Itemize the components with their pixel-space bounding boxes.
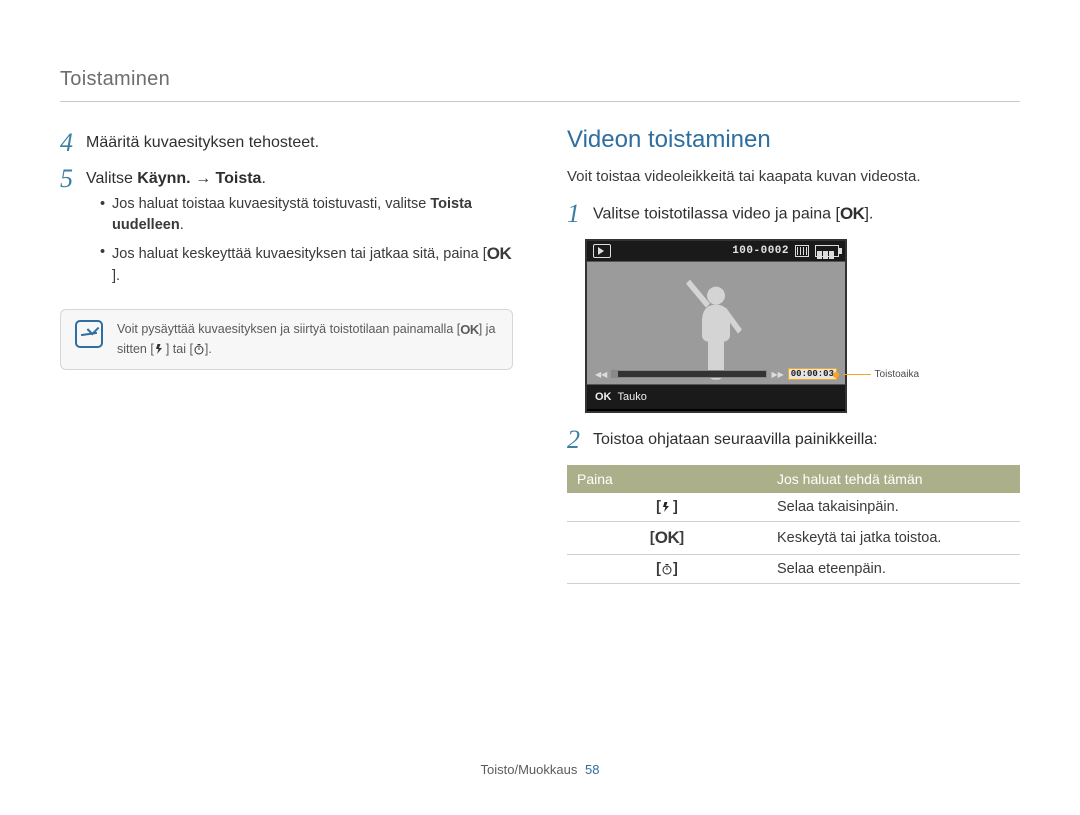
note-box: Voit pysäyttää kuvaesityksen ja siirtyä …: [60, 309, 513, 369]
forward-icon: ▶▶: [771, 370, 783, 379]
text-bold: Toista: [216, 170, 262, 187]
progress-track: [611, 370, 767, 378]
step-number: 1: [567, 201, 593, 227]
callout-dot-icon: [833, 372, 839, 378]
flash-icon: [661, 501, 673, 513]
text: ].: [864, 206, 873, 223]
lcd-top-right: 100-0002: [732, 245, 839, 257]
timer-icon: [661, 563, 673, 575]
text: Jos haluat keskeyttää kuvaesityksen tai …: [112, 246, 487, 262]
action-cell: Selaa eteenpäin.: [767, 555, 1020, 584]
ok-icon: OK: [487, 242, 512, 267]
action-cell: Selaa takaisinpäin.: [767, 493, 1020, 522]
progress-fill: [612, 371, 618, 377]
list-item: Jos haluat toistaa kuvaesitystä toistuva…: [100, 194, 513, 236]
text: .: [180, 217, 184, 233]
note-text: Voit pysäyttää kuvaesityksen ja siirtyä …: [117, 320, 498, 358]
note-icon: [75, 320, 103, 348]
battery-icon: [815, 245, 839, 257]
table-row: [] Selaa eteenpäin.: [567, 555, 1020, 584]
ok-icon: OK: [655, 528, 680, 548]
elapsed-time: 00:00:03: [788, 368, 837, 380]
step-text: Määritä kuvaesityksen tehosteet.: [86, 132, 319, 154]
step-number: 5: [60, 166, 86, 192]
ok-icon: OK: [460, 320, 479, 340]
rewind-icon: ◀◀: [595, 370, 607, 379]
text: Valitse: [86, 170, 137, 187]
lead-text: Voit toistaa videoleikkeitä tai kaapata …: [567, 168, 1020, 185]
movie-icon: [795, 245, 809, 257]
pause-label: Tauko: [618, 391, 647, 403]
text: ] tai [: [166, 342, 193, 356]
ok-icon: OK: [840, 203, 865, 226]
step-5: 5 Valitse Käynn. → Toista. Jos haluat to…: [60, 168, 513, 293]
table-head-action: Jos haluat tehdä tämän: [767, 465, 1020, 493]
callout-line-icon: [843, 374, 871, 375]
file-number: 100-0002: [732, 245, 789, 257]
step-number: 2: [567, 427, 593, 453]
left-column: 4 Määritä kuvaesityksen tehosteet. 5 Val…: [60, 132, 513, 584]
two-columns: 4 Määritä kuvaesityksen tehosteet. 5 Val…: [60, 132, 1020, 584]
lcd-viewport: ◀◀ ▶▶ 00:00:03: [587, 261, 845, 385]
step-number: 4: [60, 130, 86, 156]
buttons-table: Paina Jos haluat tehdä tämän [] Selaa ta…: [567, 465, 1020, 584]
progress-bar: ◀◀ ▶▶ 00:00:03: [595, 368, 837, 380]
playback-mode-icon: [593, 244, 611, 258]
callout: Toistoaika: [833, 369, 919, 380]
list-item: Jos haluat keskeyttää kuvaesityksen tai …: [100, 242, 513, 288]
step-4: 4 Määritä kuvaesityksen tehosteet.: [60, 132, 513, 156]
text: ].: [205, 342, 212, 356]
step-text: Valitse toistotilassa video ja paina [OK…: [593, 203, 873, 226]
lcd-illustration: 100-0002: [585, 239, 885, 411]
ok-icon: OK: [595, 391, 612, 403]
text: →: [191, 170, 216, 187]
page-footer: Toisto/Muokkaus 58: [0, 762, 1080, 777]
text: ].: [112, 268, 120, 284]
callout-label: Toistoaika: [875, 369, 919, 380]
footer-label: Toisto/Muokkaus: [481, 762, 578, 777]
table-row: [] Selaa takaisinpäin.: [567, 493, 1020, 522]
text-bold: Käynn.: [137, 170, 190, 187]
step-text: Toistoa ohjataan seuraavilla painikkeill…: [593, 429, 878, 451]
timer-icon: [193, 343, 205, 355]
button-cell: []: [567, 555, 767, 584]
lcd-bottom-bar: OK Tauko: [587, 385, 845, 409]
step-text: Valitse Käynn. → Toista. Jos haluat tois…: [86, 168, 513, 293]
button-cell: []: [567, 493, 767, 522]
table-row: [OK] Keskeytä tai jatka toistoa.: [567, 522, 1020, 555]
page-number: 58: [585, 762, 599, 777]
text: Valitse toistotilassa video ja paina [: [593, 206, 840, 223]
text: Voit pysäyttää kuvaesityksen ja siirtyä …: [117, 322, 460, 336]
text: Jos haluat toistaa kuvaesitystä toistuva…: [112, 196, 430, 212]
lcd-top-bar: 100-0002: [587, 241, 845, 261]
lcd-screen: 100-0002: [585, 239, 847, 413]
section-title: Videon toistaminen: [567, 126, 1020, 154]
flash-icon: [154, 343, 166, 355]
right-column: Videon toistaminen Voit toistaa videolei…: [567, 132, 1020, 584]
text: .: [261, 170, 265, 187]
step-2: 2 Toistoa ohjataan seuraavilla painikkei…: [567, 429, 1020, 453]
table-head-press: Paina: [567, 465, 767, 493]
section-header: Toistaminen: [60, 68, 1020, 102]
bullet-list: Jos haluat toistaa kuvaesitystä toistuva…: [86, 194, 513, 288]
page: Toistaminen 4 Määritä kuvaesityksen teho…: [0, 0, 1080, 815]
button-cell: [OK]: [567, 522, 767, 555]
action-cell: Keskeytä tai jatka toistoa.: [767, 522, 1020, 555]
step-1: 1 Valitse toistotilassa video ja paina […: [567, 203, 1020, 227]
